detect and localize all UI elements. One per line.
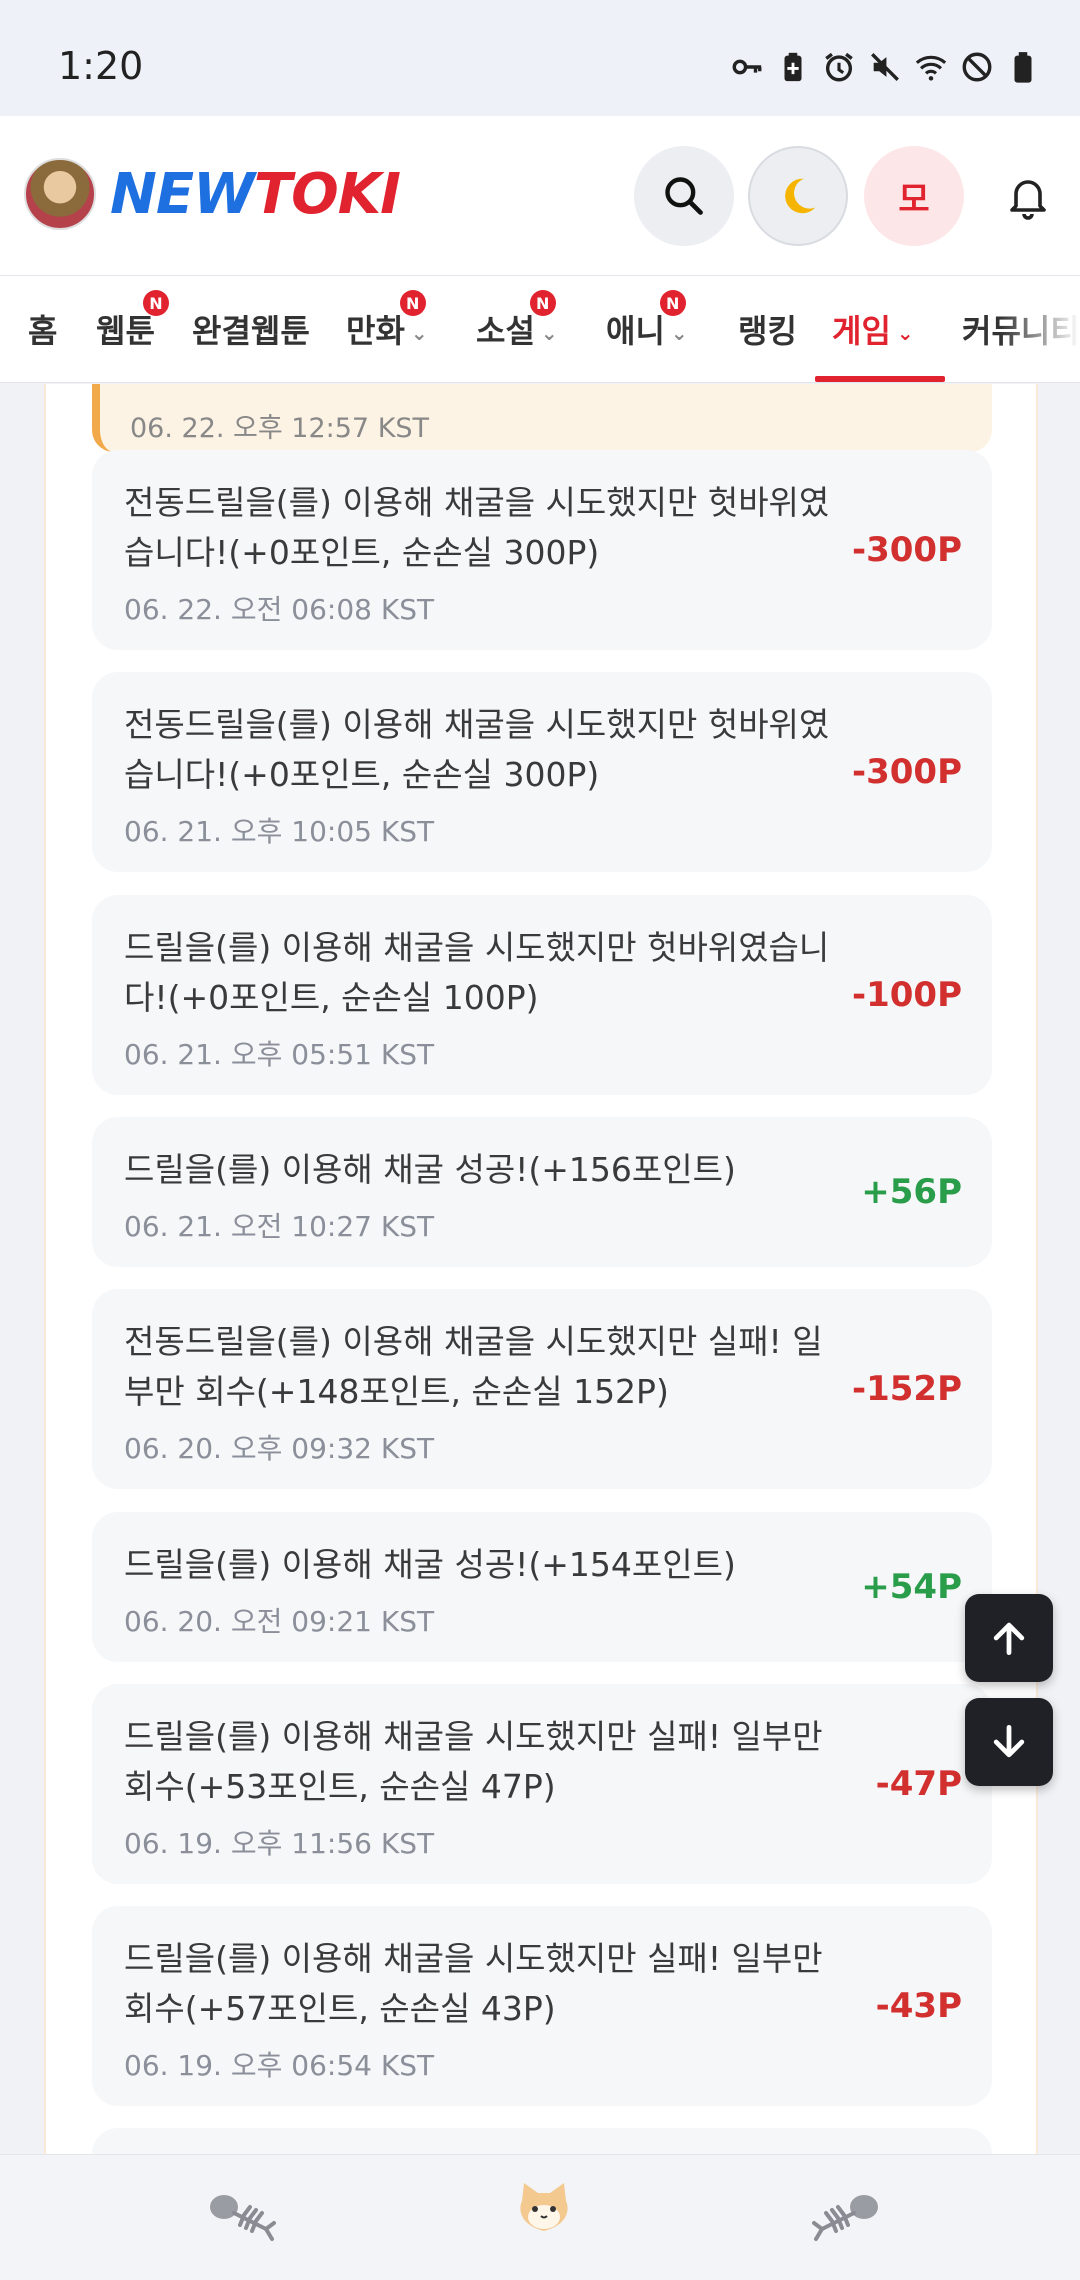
nav-item-label: 게임 xyxy=(832,312,891,350)
nav-fade xyxy=(1000,276,1080,382)
user-button[interactable]: 모 xyxy=(864,146,964,246)
history-message: 드릴을(를) 이용해 채굴을 시도했지만 실패! 일부만 회수(+57포인트, … xyxy=(124,1939,823,2028)
history-amount: -43P xyxy=(875,1986,962,2026)
nav-item-label: 만화 xyxy=(346,312,405,350)
main-nav: 홈 웹툰N 완결웹툰 만화⌄N 소설⌄N 애니⌄N 랭킹 게임⌄ 커뮤니티 xyxy=(0,276,1080,383)
highlight-history-item: 06. 22. 오후 12:57 KST xyxy=(92,384,992,452)
history-amount: +54P xyxy=(861,1567,962,1607)
nav-item-novel[interactable]: 소설 ⌄ N xyxy=(476,290,558,352)
history-date: 06. 21. 오후 10:05 KST xyxy=(124,815,435,848)
history-item: 전동드릴을(를) 이용해 채굴을 시도했지만 헛바위였습니다!(+0포인트, 순… xyxy=(92,672,992,872)
fish-bone-left-icon[interactable] xyxy=(208,2185,276,2245)
history-amount: -47P xyxy=(875,1764,962,1804)
search-icon xyxy=(665,177,703,215)
bell-icon[interactable] xyxy=(1004,172,1052,220)
history-item: 드릴을(를) 이용해 채굴을 시도했지만 실패! 일부만 회수(+57포인트, … xyxy=(92,1906,992,2106)
wifi-icon xyxy=(915,55,947,81)
history-date: 06. 22. 오전 06:08 KST xyxy=(124,593,435,626)
chevron-down-icon: ⌄ xyxy=(410,321,428,345)
history-item: 전동드릴을(를) 이용해 채굴을 시도했지만 헛바위였습니다!(+0포인트, 순… xyxy=(92,450,992,650)
new-badge: N xyxy=(399,290,426,316)
vpn-key-icon xyxy=(732,59,762,75)
history-message: 드릴을(를) 이용해 채굴을 시도했지만 실패! 일부만 회수(+53포인트, … xyxy=(124,1717,823,1806)
battery-saver-icon xyxy=(784,52,802,82)
history-amount: -152P xyxy=(851,1369,962,1409)
arrow-up-icon xyxy=(993,1622,1025,1656)
alarm-icon xyxy=(825,52,853,82)
nav-item-home[interactable]: 홈 xyxy=(28,306,57,352)
history-date: 06. 22. 오후 12:57 KST xyxy=(130,413,430,444)
history-date: 06. 20. 오후 09:32 KST xyxy=(124,1432,435,1465)
cat-face-icon[interactable] xyxy=(514,2179,574,2239)
logo-avatar[interactable] xyxy=(24,158,96,230)
history-message: 드릴을(를) 이용해 채굴 성공!(+154포인트) xyxy=(124,1545,736,1584)
nav-item-completed-webtoon[interactable]: 완결웹툰 xyxy=(192,306,310,352)
site-logo[interactable]: NEWTOKI xyxy=(110,162,401,227)
nav-item-game[interactable]: 게임 ⌄ xyxy=(832,306,914,352)
history-date: 06. 19. 오후 06:54 KST xyxy=(124,2049,435,2082)
history-item: 드릴을(를) 이용해 채굴 성공!(+156포인트) 06. 21. 오전 10… xyxy=(92,1117,992,1267)
bottom-bar xyxy=(0,2154,1080,2280)
search-button[interactable] xyxy=(634,146,734,246)
history-date: 06. 20. 오전 09:21 KST xyxy=(124,1605,435,1638)
history-amount: -300P xyxy=(851,530,962,570)
new-badge: N xyxy=(659,290,686,316)
scroll-top-button[interactable] xyxy=(965,1594,1053,1682)
history-message: 드릴을(를) 이용해 채굴을 시도했지만 헛바위였습니다!(+0포인트, 순손실… xyxy=(124,928,830,1017)
site-header: NEWTOKI 모 xyxy=(0,116,1080,276)
nav-item-label: 홈 xyxy=(28,312,58,350)
history-message: 전동드릴을(를) 이용해 채굴을 시도했지만 헛바위였습니다!(+0포인트, 순… xyxy=(124,483,830,572)
battery-icon xyxy=(1014,52,1032,83)
nav-item-anime[interactable]: 애니 ⌄ N xyxy=(606,290,688,352)
history-item xyxy=(92,2128,992,2154)
nav-item-manga[interactable]: 만화 ⌄ N xyxy=(346,290,428,352)
active-tab-indicator xyxy=(815,376,945,382)
moon-icon xyxy=(785,178,816,214)
chevron-down-icon: ⌄ xyxy=(670,321,688,345)
history-item: 드릴을(를) 이용해 채굴을 시도했지만 헛바위였습니다!(+0포인트, 순손실… xyxy=(92,895,992,1095)
new-badge: N xyxy=(142,290,169,316)
mute-icon xyxy=(871,53,899,81)
history-item: 드릴을(를) 이용해 채굴을 시도했지만 실패! 일부만 회수(+53포인트, … xyxy=(92,1684,992,1884)
logo-toki-text: TOKI xyxy=(253,162,401,227)
new-badge: N xyxy=(529,290,556,316)
history-amount: -100P xyxy=(851,975,962,1015)
status-bar: 1:20 xyxy=(0,0,1080,116)
nav-item-label: 완결웹툰 xyxy=(192,312,310,350)
chevron-down-icon: ⌄ xyxy=(896,321,914,345)
history-amount: -300P xyxy=(851,752,962,792)
nav-item-label: 소설 xyxy=(476,312,535,350)
history-item: 전동드릴을(를) 이용해 채굴을 시도했지만 실패! 일부만 회수(+148포인… xyxy=(92,1289,992,1489)
status-time: 1:20 xyxy=(58,44,144,88)
history-message: 드릴을(를) 이용해 채굴 성공!(+156포인트) xyxy=(124,1150,736,1189)
arrow-down-icon xyxy=(993,1724,1025,1758)
history-date: 06. 21. 오전 10:27 KST xyxy=(124,1210,435,1243)
point-history-panel: 06. 22. 오후 12:57 KST 전동드릴을(를) 이용해 채굴을 시도… xyxy=(44,384,1038,2154)
chevron-down-icon: ⌄ xyxy=(540,321,558,345)
nav-item-label: 웹툰 xyxy=(96,312,155,350)
nav-item-ranking[interactable]: 랭킹 xyxy=(738,306,797,352)
history-item: 드릴을(를) 이용해 채굴 성공!(+154포인트) 06. 20. 오전 09… xyxy=(92,1512,992,1662)
scroll-bottom-button[interactable] xyxy=(965,1698,1053,1786)
nav-item-label: 애니 xyxy=(606,312,665,350)
logo-new-text: NEW xyxy=(110,162,255,227)
status-icons xyxy=(730,50,1040,84)
history-message: 전동드릴을(를) 이용해 채굴을 시도했지만 헛바위였습니다!(+0포인트, 순… xyxy=(124,705,830,794)
history-message: 전동드릴을(를) 이용해 채굴을 시도했지만 실패! 일부만 회수(+148포인… xyxy=(124,1322,823,1411)
history-date: 06. 19. 오후 11:56 KST xyxy=(124,1827,435,1860)
do-not-disturb-icon xyxy=(962,52,992,82)
nav-item-webtoon[interactable]: 웹툰 N xyxy=(96,290,169,352)
history-amount: +56P xyxy=(861,1172,962,1212)
history-date: 06. 21. 오후 05:51 KST xyxy=(124,1038,435,1071)
nav-item-label: 랭킹 xyxy=(738,312,797,350)
dark-mode-button[interactable] xyxy=(748,146,848,246)
fish-bone-right-icon[interactable] xyxy=(812,2185,880,2245)
